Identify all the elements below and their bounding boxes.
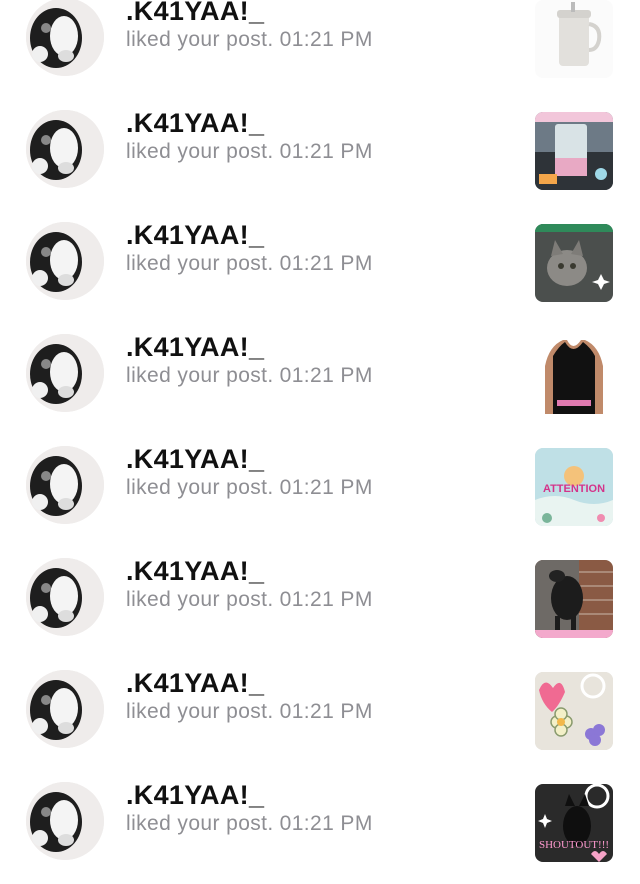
notification-text: liked your post. 01:21 PM xyxy=(126,588,373,612)
timestamp: 01:21 PM xyxy=(279,812,373,835)
timestamp: 01:21 PM xyxy=(279,28,373,51)
notification-text: liked your post. 01:21 PM xyxy=(126,476,373,500)
notification-list: .K41YAA!_ liked your post. 01:21 PM .K41Y… xyxy=(0,0,640,862)
notification-text: liked your post. 01:21 PM xyxy=(126,28,373,52)
notification-text: liked your post. 01:21 PM xyxy=(126,364,373,388)
dog-image[interactable] xyxy=(535,560,613,638)
husky-puppy-avatar[interactable] xyxy=(26,446,104,524)
notification-row[interactable]: .K41YAA!_ liked your post. 01:21 PM SHOUT… xyxy=(0,772,640,884)
husky-puppy-avatar[interactable] xyxy=(26,110,104,188)
drink-cup-image[interactable] xyxy=(535,112,613,190)
username[interactable]: .K41YAA!_ xyxy=(126,108,264,139)
username[interactable]: .K41YAA!_ xyxy=(126,0,264,27)
timestamp: 01:21 PM xyxy=(279,700,373,723)
action-text: liked your post. xyxy=(126,812,274,835)
action-text: liked your post. xyxy=(126,252,274,275)
action-text: liked your post. xyxy=(126,364,274,387)
timestamp: 01:21 PM xyxy=(279,364,373,387)
username[interactable]: .K41YAA!_ xyxy=(126,556,264,587)
timestamp: 01:21 PM xyxy=(279,140,373,163)
husky-puppy-avatar[interactable] xyxy=(26,670,104,748)
notification-row[interactable]: .K41YAA!_ liked your post. 01:21 PM xyxy=(0,0,640,100)
notification-row[interactable]: .K41YAA!_ liked your post. 01:21 PM xyxy=(0,660,640,772)
username[interactable]: .K41YAA!_ xyxy=(126,444,264,475)
husky-puppy-avatar[interactable] xyxy=(26,558,104,636)
tank-top-image[interactable] xyxy=(535,336,613,414)
husky-puppy-avatar[interactable] xyxy=(26,222,104,300)
flowers-sticker-image[interactable] xyxy=(535,672,613,750)
notification-text: liked your post. 01:21 PM xyxy=(126,252,373,276)
notification-text: liked your post. 01:21 PM xyxy=(126,700,373,724)
username[interactable]: .K41YAA!_ xyxy=(126,332,264,363)
timestamp: 01:21 PM xyxy=(279,588,373,611)
notification-row[interactable]: .K41YAA!_ liked your post. 01:21 PM ATTEN… xyxy=(0,436,640,548)
action-text: liked your post. xyxy=(126,700,274,723)
action-text: liked your post. xyxy=(126,140,274,163)
username[interactable]: .K41YAA!_ xyxy=(126,780,264,811)
username[interactable]: .K41YAA!_ xyxy=(126,668,264,699)
timestamp: 01:21 PM xyxy=(279,476,373,499)
notification-row[interactable]: .K41YAA!_ liked your post. 01:21 PM xyxy=(0,548,640,660)
attention-graphic-text: ATTENTION xyxy=(543,483,605,495)
notification-row[interactable]: .K41YAA!_ liked your post. 01:21 PM xyxy=(0,212,640,324)
notification-text: liked your post. 01:21 PM xyxy=(126,140,373,164)
timestamp: 01:21 PM xyxy=(279,252,373,275)
tumbler-image[interactable] xyxy=(535,0,613,78)
action-text: liked your post. xyxy=(126,588,274,611)
husky-puppy-avatar[interactable] xyxy=(26,0,104,76)
notification-row[interactable]: .K41YAA!_ liked your post. 01:21 PM xyxy=(0,324,640,436)
action-text: liked your post. xyxy=(126,476,274,499)
notification-text: liked your post. 01:21 PM xyxy=(126,812,373,836)
kitten-image[interactable] xyxy=(535,224,613,302)
action-text: liked your post. xyxy=(126,28,274,51)
shoutout-graphic-text: SHOUTOUT!!! xyxy=(539,839,609,851)
notification-row[interactable]: .K41YAA!_ liked your post. 01:21 PM xyxy=(0,100,640,212)
husky-puppy-avatar[interactable] xyxy=(26,782,104,860)
attention-graphic-image[interactable]: ATTENTION xyxy=(535,448,613,526)
husky-puppy-avatar[interactable] xyxy=(26,334,104,412)
black-cat-shoutout-image[interactable]: SHOUTOUT!!! xyxy=(535,784,613,862)
username[interactable]: .K41YAA!_ xyxy=(126,220,264,251)
